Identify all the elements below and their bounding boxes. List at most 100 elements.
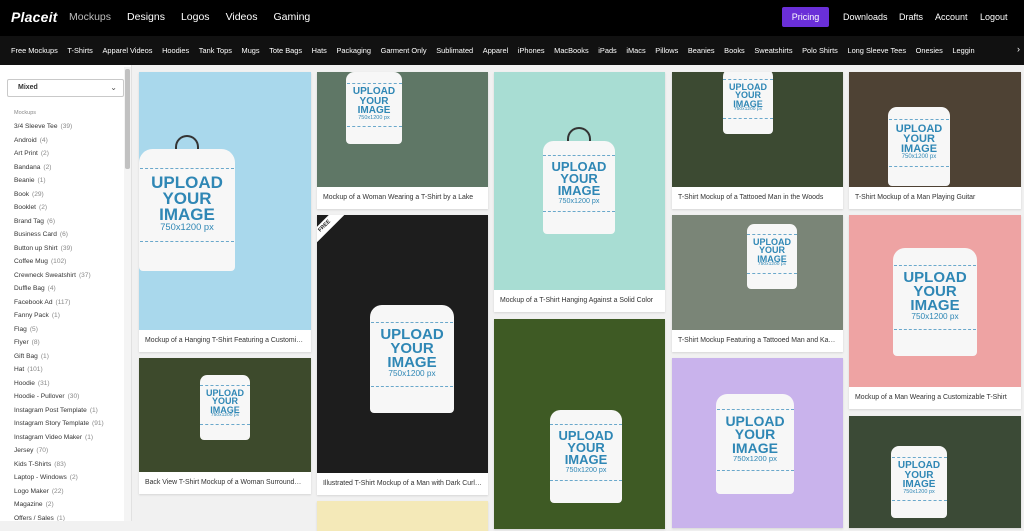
filter-item[interactable]: Gift Bag (1) bbox=[14, 352, 104, 366]
account-link[interactable]: Account bbox=[935, 12, 968, 22]
filter-item[interactable]: Jersey (70) bbox=[14, 446, 104, 460]
category-link[interactable]: Pillows bbox=[655, 46, 678, 55]
mockup-card[interactable]: UPLOAD YOUR IMAGE 750x1200 px Mockup of a Wo… bbox=[317, 72, 488, 209]
filter-item[interactable]: Button up Shirt (39) bbox=[14, 244, 104, 258]
mockup-thumbnail[interactable]: UPLOAD YOUR IMAGE 750x1200 px bbox=[672, 72, 843, 187]
mockup-title[interactable]: Mockup of a Woman Wearing a T-Shirt by a… bbox=[323, 187, 482, 209]
filter-item[interactable]: Magazine (2) bbox=[14, 500, 104, 514]
filter-item[interactable]: Kids T-Shirts (83) bbox=[14, 460, 104, 474]
mockup-title[interactable]: Mockup of a Hanging T-Shirt Featuring a … bbox=[145, 330, 305, 352]
filter-item[interactable]: Bandana (2) bbox=[14, 163, 104, 177]
filter-item[interactable]: Art Print (2) bbox=[14, 149, 104, 163]
filter-item[interactable]: Fanny Pack (1) bbox=[14, 311, 104, 325]
filter-item[interactable]: Booklet (2) bbox=[14, 203, 104, 217]
mockup-title[interactable]: T-Shirt Mockup of a Man Playing Guitar bbox=[855, 187, 1015, 209]
filter-item[interactable]: Offers / Sales (1) bbox=[14, 514, 104, 522]
category-link[interactable]: Packaging bbox=[336, 46, 371, 55]
category-link[interactable]: Hoodies bbox=[162, 46, 189, 55]
nav-designs[interactable]: Designs bbox=[127, 11, 165, 23]
downloads-link[interactable]: Downloads bbox=[843, 12, 888, 22]
category-link[interactable]: Mugs bbox=[242, 46, 260, 55]
mockup-title[interactable]: T-Shirt Mockup of a Tattooed Man in the … bbox=[678, 187, 837, 209]
mockup-thumbnail[interactable]: UPLOAD YOUR IMAGE 750x1200 px bbox=[849, 416, 1021, 528]
filter-item[interactable]: Hoodie - Pullover (30) bbox=[14, 392, 104, 406]
nav-mockups[interactable]: Mockups bbox=[69, 11, 111, 23]
drafts-link[interactable]: Drafts bbox=[899, 12, 923, 22]
category-link[interactable]: iMacs bbox=[626, 46, 645, 55]
filter-item[interactable]: Coffee Mug (102) bbox=[14, 257, 104, 271]
category-link[interactable]: T-Shirts bbox=[67, 46, 92, 55]
category-link[interactable]: Long Sleeve Tees bbox=[847, 46, 906, 55]
nav-gaming[interactable]: Gaming bbox=[273, 11, 310, 23]
nav-logos[interactable]: Logos bbox=[181, 11, 210, 23]
filter-item[interactable]: Beanie (1) bbox=[14, 176, 104, 190]
mockup-card[interactable] bbox=[317, 501, 488, 531]
category-link[interactable]: Apparel Videos bbox=[102, 46, 152, 55]
mockup-thumbnail[interactable]: UPLOAD YOUR IMAGE 750x1200 px bbox=[139, 72, 311, 330]
mockup-thumbnail[interactable]: UPLOAD YOUR IMAGE 750x1200 px bbox=[317, 72, 488, 187]
mockup-thumbnail[interactable]: UPLOAD YOUR IMAGE 750x1200 px bbox=[139, 358, 311, 472]
mockup-title[interactable]: Back View T-Shirt Mockup of a Woman Surr… bbox=[145, 472, 305, 494]
filter-item[interactable]: 3/4 Sleeve Tee (39) bbox=[14, 122, 104, 136]
nav-videos[interactable]: Videos bbox=[226, 11, 258, 23]
logout-link[interactable]: Logout bbox=[980, 12, 1008, 22]
mockup-card[interactable]: UPLOAD YOUR IMAGE 750x1200 px Mockup of a Ha… bbox=[139, 72, 311, 352]
filter-item[interactable]: Facebook Ad (117) bbox=[14, 298, 104, 312]
sidebar-scrollbar-thumb[interactable] bbox=[125, 69, 130, 169]
mockup-thumbnail[interactable] bbox=[317, 501, 488, 531]
filter-item[interactable]: Instagram Video Maker (1) bbox=[14, 433, 104, 447]
mockup-card[interactable]: UPLOAD YOUR IMAGE 750x1200 px T-Shirt Mockup… bbox=[672, 72, 843, 209]
category-link[interactable]: Leggin bbox=[952, 46, 974, 55]
mockup-thumbnail[interactable]: UPLOAD YOUR IMAGE 750x1200 px bbox=[672, 358, 843, 528]
mockup-thumbnail[interactable]: UPLOAD YOUR IMAGE 750x1200 px bbox=[494, 319, 665, 529]
category-link[interactable]: Tote Bags bbox=[269, 46, 302, 55]
filter-item[interactable]: Android (4) bbox=[14, 136, 104, 150]
category-link[interactable]: Books bbox=[724, 46, 745, 55]
mockup-card[interactable]: UPLOAD YOUR IMAGE 750x1200 px bbox=[672, 358, 843, 528]
filter-item[interactable]: Logo Maker (22) bbox=[14, 487, 104, 501]
category-link[interactable]: Hats bbox=[312, 46, 327, 55]
chevron-right-icon[interactable]: › bbox=[1014, 44, 1020, 54]
filter-item[interactable]: Flyer (8) bbox=[14, 338, 104, 352]
category-link[interactable]: Tank Tops bbox=[199, 46, 232, 55]
mockup-card[interactable]: UPLOAD YOUR IMAGE 750x1200 px T-Shirt Mockup… bbox=[849, 72, 1021, 209]
mockup-card[interactable]: UPLOAD YOUR IMAGE 750x1200 px Mockup of a Ma… bbox=[849, 215, 1021, 409]
mockup-title[interactable]: Mockup of a T-Shirt Hanging Against a So… bbox=[500, 290, 659, 312]
category-link[interactable]: Apparel bbox=[483, 46, 508, 55]
filter-item[interactable]: Flag (5) bbox=[14, 325, 104, 339]
mockup-card[interactable]: UPLOAD YOUR IMAGE 750x1200 px bbox=[494, 319, 665, 529]
category-link[interactable]: Sweatshirts bbox=[754, 46, 792, 55]
filter-item[interactable]: Business Card (6) bbox=[14, 230, 104, 244]
mockup-thumbnail[interactable]: UPLOAD YOUR IMAGE 750x1200 px bbox=[849, 72, 1021, 187]
category-link[interactable]: Polo Shirts bbox=[802, 46, 838, 55]
mockup-card[interactable]: UPLOAD YOUR IMAGE 750x1200 px Back View T-Sh… bbox=[139, 358, 311, 494]
category-link[interactable]: Free Mockups bbox=[11, 46, 58, 55]
category-link[interactable]: Onesies bbox=[916, 46, 943, 55]
filter-item[interactable]: Laptop - Windows (2) bbox=[14, 473, 104, 487]
mockup-card[interactable]: UPLOAD YOUR IMAGE 750x1200 px T-Shirt Mockup… bbox=[672, 215, 843, 352]
category-link[interactable]: MacBooks bbox=[554, 46, 589, 55]
mockup-thumbnail[interactable]: UPLOAD YOUR IMAGE 750x1200 px bbox=[317, 215, 488, 473]
category-link[interactable]: iPads bbox=[598, 46, 617, 55]
category-link[interactable]: Garment Only bbox=[381, 46, 427, 55]
sort-select[interactable]: Mixed ⌄ bbox=[7, 79, 124, 97]
pricing-button[interactable]: Pricing bbox=[782, 7, 829, 27]
category-link[interactable]: iPhones bbox=[518, 46, 545, 55]
mockup-thumbnail[interactable]: UPLOAD YOUR IMAGE 750x1200 px bbox=[494, 72, 665, 290]
filter-item[interactable]: Duffle Bag (4) bbox=[14, 284, 104, 298]
mockup-card[interactable]: UPLOAD YOUR IMAGE 750x1200 px Mockup of a T-… bbox=[494, 72, 665, 312]
mockup-card[interactable]: UPLOAD YOUR IMAGE 750x1200 px FREE Illustrate… bbox=[317, 215, 488, 495]
placeit-logo[interactable]: Placeit bbox=[11, 9, 58, 25]
filter-item[interactable]: Hat (101) bbox=[14, 365, 104, 379]
mockup-card[interactable]: UPLOAD YOUR IMAGE 750x1200 px bbox=[849, 416, 1021, 528]
mockup-title[interactable]: T-Shirt Mockup Featuring a Tattooed Man … bbox=[678, 330, 837, 352]
filter-item[interactable]: Brand Tag (6) bbox=[14, 217, 104, 231]
mockup-title[interactable]: Illustrated T-Shirt Mockup of a Man with… bbox=[323, 473, 482, 495]
mockup-title[interactable]: Mockup of a Man Wearing a Customizable T… bbox=[855, 387, 1015, 409]
category-link[interactable]: Beanies bbox=[688, 46, 715, 55]
mockup-thumbnail[interactable]: UPLOAD YOUR IMAGE 750x1200 px bbox=[849, 215, 1021, 387]
filter-item[interactable]: Crewneck Sweatshirt (37) bbox=[14, 271, 104, 285]
filter-item[interactable]: Book (29) bbox=[14, 190, 104, 204]
category-link[interactable]: Sublimated bbox=[436, 46, 473, 55]
mockup-thumbnail[interactable]: UPLOAD YOUR IMAGE 750x1200 px bbox=[672, 215, 843, 330]
